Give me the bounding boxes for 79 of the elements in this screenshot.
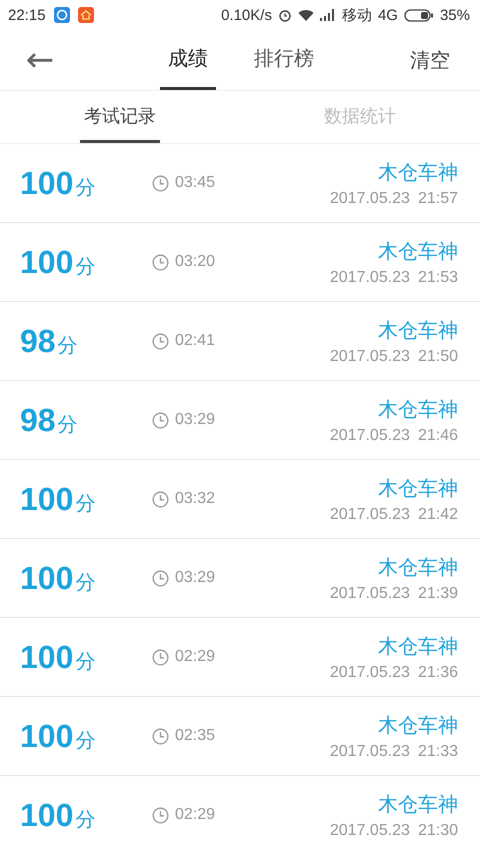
record-date: 2017.05.23 <box>330 584 410 602</box>
clock-icon <box>152 174 169 192</box>
battery-percent: 35% <box>440 6 470 24</box>
header-tab[interactable]: 成绩 <box>160 30 216 90</box>
sub-tab[interactable]: 考试记录 <box>80 91 160 143</box>
record-time: 21:36 <box>418 664 458 682</box>
score-unit: 分 <box>75 176 96 200</box>
battery-icon <box>404 8 434 22</box>
score-unit: 分 <box>58 334 78 358</box>
user-name: 木仓车神 <box>378 476 458 502</box>
score-unit: 分 <box>75 570 96 596</box>
record-date: 2017.05.23 <box>330 268 410 286</box>
record-time: 21:53 <box>418 268 458 286</box>
user-name: 木仓车神 <box>378 318 458 344</box>
duration-text: 02:35 <box>175 727 216 745</box>
record-date: 2017.05.23 <box>330 190 410 208</box>
duration-text: 03:32 <box>175 490 216 508</box>
clock-icon <box>152 412 169 428</box>
record-time: 21:39 <box>418 584 458 602</box>
score-value: 100 <box>20 718 74 754</box>
record-date: 2017.05.23 <box>330 506 410 524</box>
user-name: 木仓车神 <box>378 398 458 422</box>
user-name: 木仓车神 <box>378 792 458 818</box>
app-icon <box>54 7 70 23</box>
score-unit: 分 <box>58 412 78 438</box>
duration-text: 02:29 <box>175 806 216 824</box>
back-button[interactable]: ← <box>0 35 80 85</box>
signal-icon <box>320 9 336 21</box>
score-value: 98 <box>20 402 56 438</box>
score-value: 100 <box>20 164 74 202</box>
user-name: 木仓车神 <box>378 634 458 660</box>
network-speed: 0.10K/s <box>221 6 272 24</box>
user-name: 木仓车神 <box>378 556 458 580</box>
status-time: 22:15 <box>8 6 46 24</box>
alarm-icon <box>278 8 292 22</box>
duration-text: 03:29 <box>175 569 216 587</box>
record-time: 21:57 <box>418 190 458 208</box>
score-value: 100 <box>20 244 74 280</box>
duration-text: 02:41 <box>175 332 216 350</box>
header-tab[interactable]: 排行榜 <box>246 30 322 90</box>
record-time: 21:33 <box>418 742 458 760</box>
duration-text: 03:20 <box>175 253 216 271</box>
score-value: 100 <box>20 638 74 676</box>
record-date: 2017.05.23 <box>330 426 410 444</box>
record-date: 2017.05.23 <box>330 664 410 682</box>
score-unit: 分 <box>75 492 96 516</box>
duration-text: 03:29 <box>175 411 216 429</box>
record-time: 21:50 <box>418 348 458 366</box>
clock-icon <box>152 254 169 270</box>
record-time: 21:30 <box>418 822 458 840</box>
user-name: 木仓车神 <box>378 160 458 186</box>
score-unit: 分 <box>75 728 96 754</box>
record-date: 2017.05.23 <box>330 742 410 760</box>
clock-icon <box>152 570 169 586</box>
clock-icon <box>152 806 169 824</box>
record-time: 21:46 <box>418 426 458 444</box>
network-type: 4G <box>378 6 398 24</box>
score-value: 100 <box>20 560 74 596</box>
score-value: 100 <box>20 480 74 518</box>
clock-icon <box>152 648 169 666</box>
clock-icon <box>152 490 169 508</box>
score-value: 98 <box>20 322 56 360</box>
clear-button[interactable]: 清空 <box>404 46 456 74</box>
score-unit: 分 <box>75 650 96 674</box>
user-name: 木仓车神 <box>378 240 458 264</box>
score-unit: 分 <box>75 808 96 832</box>
score-unit: 分 <box>75 254 96 280</box>
user-name: 木仓车神 <box>378 714 458 738</box>
record-date: 2017.05.23 <box>330 348 410 366</box>
duration-text: 03:45 <box>175 174 216 192</box>
record-date: 2017.05.23 <box>330 822 410 840</box>
app-icon <box>78 7 94 23</box>
score-value: 100 <box>20 796 74 834</box>
carrier-label: 移动 <box>342 6 372 24</box>
record-time: 21:42 <box>418 506 458 524</box>
clock-icon <box>152 332 169 350</box>
duration-text: 02:29 <box>175 648 216 666</box>
wifi-icon <box>298 8 314 22</box>
clock-icon <box>152 728 169 744</box>
